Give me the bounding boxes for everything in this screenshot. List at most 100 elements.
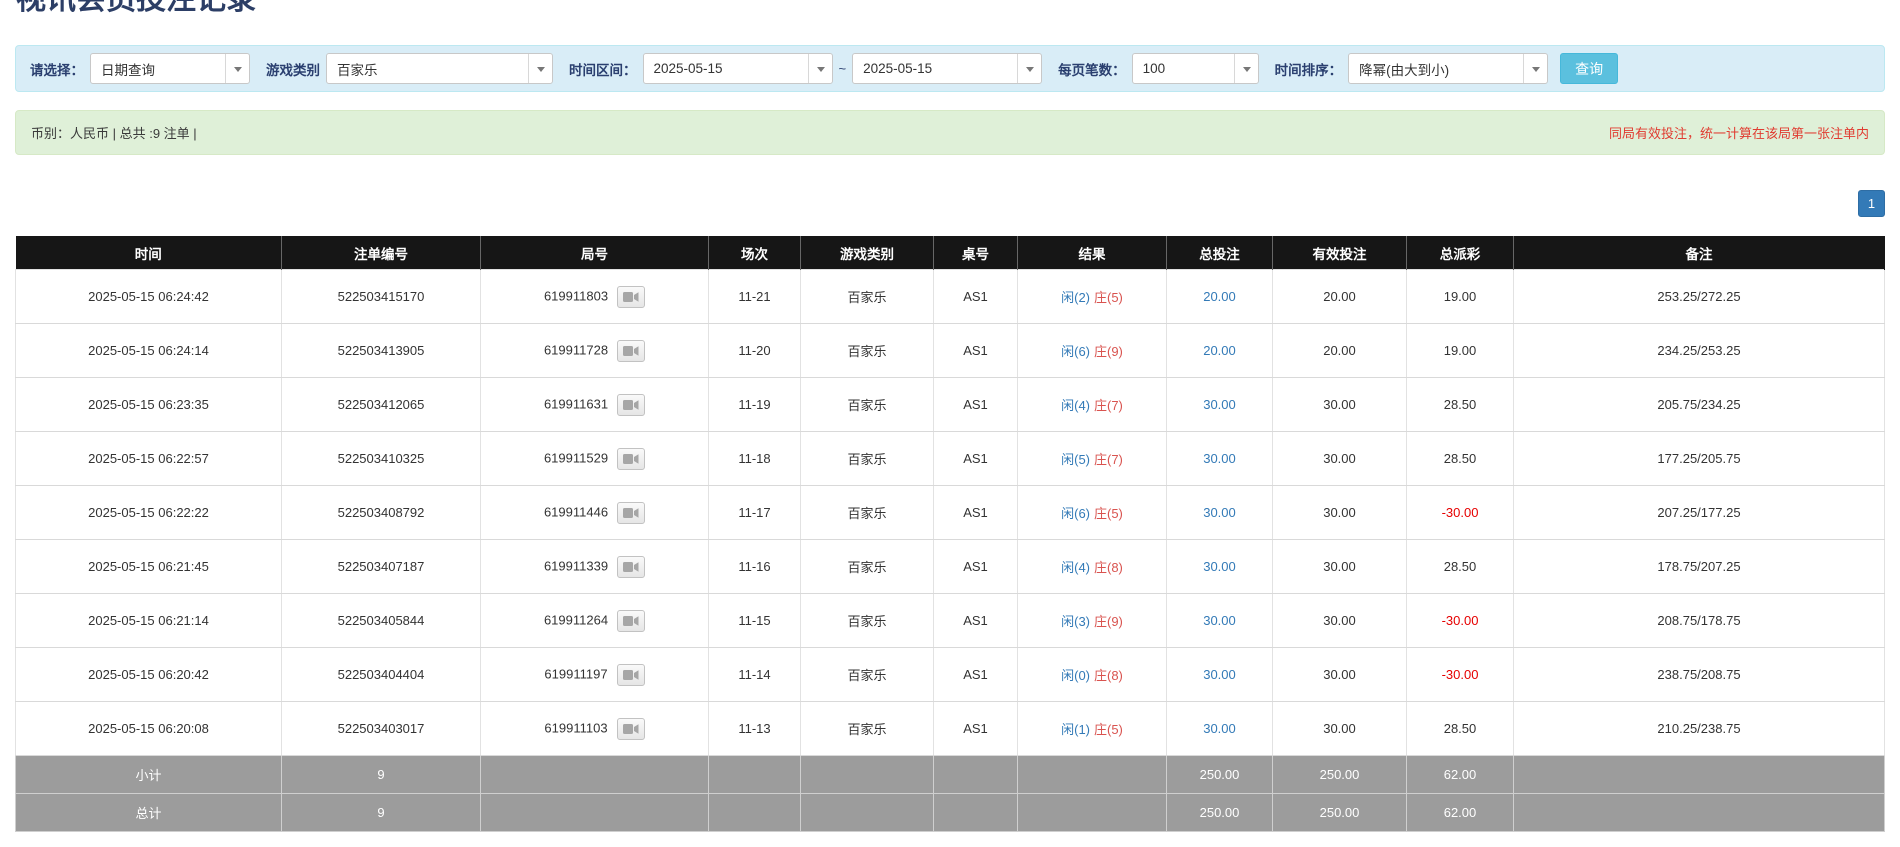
cell-session: 11-21: [709, 270, 801, 324]
cell-round-no: 619911103: [481, 702, 709, 756]
video-camera-icon: [623, 669, 639, 681]
video-replay-button[interactable]: [617, 664, 645, 686]
time-sort-select[interactable]: 降幂(由大到小): [1348, 53, 1548, 84]
cell-round-no: 619911446: [481, 486, 709, 540]
cell-result: 闲(2)庄(5): [1018, 270, 1167, 324]
cell-time: 2025-05-15 06:24:42: [16, 270, 282, 324]
cell-game-type: 百家乐: [801, 378, 934, 432]
cell-round-no: 619911197: [481, 648, 709, 702]
subtotal-payout: 62.00: [1407, 756, 1514, 794]
result-player: 闲(2): [1061, 290, 1090, 305]
filter-bar: 请选择： 日期查询 游戏类别 百家乐 时间区间： 2025-05-15 ~ 20…: [15, 45, 1885, 92]
table-row: 2025-05-15 06:24:14 522503413905 6199117…: [16, 324, 1885, 378]
table-header-row: 时间 注单编号 局号 场次 游戏类别 桌号 结果 总投注 有效投注 总派彩 备注: [16, 237, 1885, 270]
total-bet-link[interactable]: 30.00: [1203, 721, 1236, 736]
bet-records-table: 时间 注单编号 局号 场次 游戏类别 桌号 结果 总投注 有效投注 总派彩 备注…: [15, 236, 1885, 832]
total-bet-link[interactable]: 30.00: [1203, 667, 1236, 682]
result-banker: 庄(9): [1094, 614, 1123, 629]
video-camera-icon: [623, 399, 639, 411]
cell-table-no: AS1: [934, 540, 1018, 594]
video-replay-button[interactable]: [617, 448, 645, 470]
cell-round-no: 619911728: [481, 324, 709, 378]
cell-payout: -30.00: [1407, 648, 1514, 702]
result-player: 闲(1): [1061, 722, 1090, 737]
total-bet-link[interactable]: 30.00: [1203, 451, 1236, 466]
round-no-text: 619911728: [544, 342, 608, 357]
cell-total-bet: 30.00: [1167, 378, 1273, 432]
header-bet-no: 注单编号: [282, 237, 481, 270]
grand-total-payout: 62.00: [1407, 794, 1514, 832]
result-banker: 庄(7): [1094, 398, 1123, 413]
cell-remark: 234.25/253.25: [1514, 324, 1885, 378]
cell-result: 闲(0)庄(8): [1018, 648, 1167, 702]
video-replay-button[interactable]: [617, 394, 645, 416]
cell-remark: 207.25/177.25: [1514, 486, 1885, 540]
cell-total-bet: 30.00: [1167, 486, 1273, 540]
search-button[interactable]: 查询: [1560, 53, 1618, 84]
result-banker: 庄(5): [1094, 506, 1123, 521]
cell-game-type: 百家乐: [801, 432, 934, 486]
cell-time: 2025-05-15 06:22:22: [16, 486, 282, 540]
result-player: 闲(4): [1061, 398, 1090, 413]
header-time: 时间: [16, 237, 282, 270]
result-banker: 庄(7): [1094, 452, 1123, 467]
cell-table-no: AS1: [934, 702, 1018, 756]
result-player: 闲(3): [1061, 614, 1090, 629]
grand-total-empty: [481, 794, 709, 832]
cell-remark: 177.25/205.75: [1514, 432, 1885, 486]
page-title: 视讯会员投注记录: [16, 0, 1900, 18]
video-replay-button[interactable]: [617, 502, 645, 524]
cell-total-bet: 30.00: [1167, 648, 1273, 702]
result-banker: 庄(8): [1094, 560, 1123, 575]
total-bet-link[interactable]: 30.00: [1203, 397, 1236, 412]
cell-session: 11-18: [709, 432, 801, 486]
date-from-value: 2025-05-15: [654, 61, 723, 76]
cell-valid-bet: 20.00: [1273, 270, 1407, 324]
grand-total-total-bet: 250.00: [1167, 794, 1273, 832]
date-to-select[interactable]: 2025-05-15: [852, 53, 1042, 84]
total-bet-link[interactable]: 20.00: [1203, 289, 1236, 304]
subtotal-empty: [709, 756, 801, 794]
chevron-down-icon: [1532, 67, 1540, 72]
cell-bet-no: 522503410325: [282, 432, 481, 486]
subtotal-count: 9: [282, 756, 481, 794]
total-bet-link[interactable]: 20.00: [1203, 343, 1236, 358]
video-replay-button[interactable]: [617, 718, 645, 740]
header-remark: 备注: [1514, 237, 1885, 270]
table-row: 2025-05-15 06:22:57 522503410325 6199115…: [16, 432, 1885, 486]
video-replay-button[interactable]: [617, 340, 645, 362]
query-type-select[interactable]: 日期查询: [90, 53, 250, 84]
result-player: 闲(4): [1061, 560, 1090, 575]
subtotal-empty: [801, 756, 934, 794]
cell-total-bet: 20.00: [1167, 324, 1273, 378]
cell-round-no: 619911264: [481, 594, 709, 648]
cell-result: 闲(4) 庄(8): [1018, 540, 1167, 594]
cell-session: 11-20: [709, 324, 801, 378]
date-from-select[interactable]: 2025-05-15: [643, 53, 833, 84]
subtotal-empty: [1018, 756, 1167, 794]
table-row: 2025-05-15 06:20:08 522503403017 6199111…: [16, 702, 1885, 756]
game-type-select[interactable]: 百家乐: [326, 53, 553, 84]
video-replay-button[interactable]: [617, 610, 645, 632]
video-replay-button[interactable]: [617, 556, 645, 578]
total-bet-link[interactable]: 30.00: [1203, 505, 1236, 520]
video-camera-icon: [623, 615, 639, 627]
page-size-label: 每页笔数：: [1058, 59, 1126, 79]
query-type-value: 日期查询: [101, 59, 155, 79]
cell-time: 2025-05-15 06:22:57: [16, 432, 282, 486]
total-bet-link[interactable]: 30.00: [1203, 559, 1236, 574]
table-row: 2025-05-15 06:21:45 522503407187 6199113…: [16, 540, 1885, 594]
total-bet-link[interactable]: 30.00: [1203, 613, 1236, 628]
page-button-1[interactable]: 1: [1858, 190, 1885, 217]
cell-table-no: AS1: [934, 648, 1018, 702]
cell-table-no: AS1: [934, 594, 1018, 648]
cell-payout: 28.50: [1407, 540, 1514, 594]
table-row: 2025-05-15 06:23:35 522503412065 6199116…: [16, 378, 1885, 432]
grand-total-empty: [709, 794, 801, 832]
cell-time: 2025-05-15 06:21:45: [16, 540, 282, 594]
cell-valid-bet: 30.00: [1273, 648, 1407, 702]
cell-remark: 208.75/178.75: [1514, 594, 1885, 648]
video-replay-button[interactable]: [617, 286, 645, 308]
page-size-select[interactable]: 100: [1132, 53, 1259, 84]
grand-total-count: 9: [282, 794, 481, 832]
